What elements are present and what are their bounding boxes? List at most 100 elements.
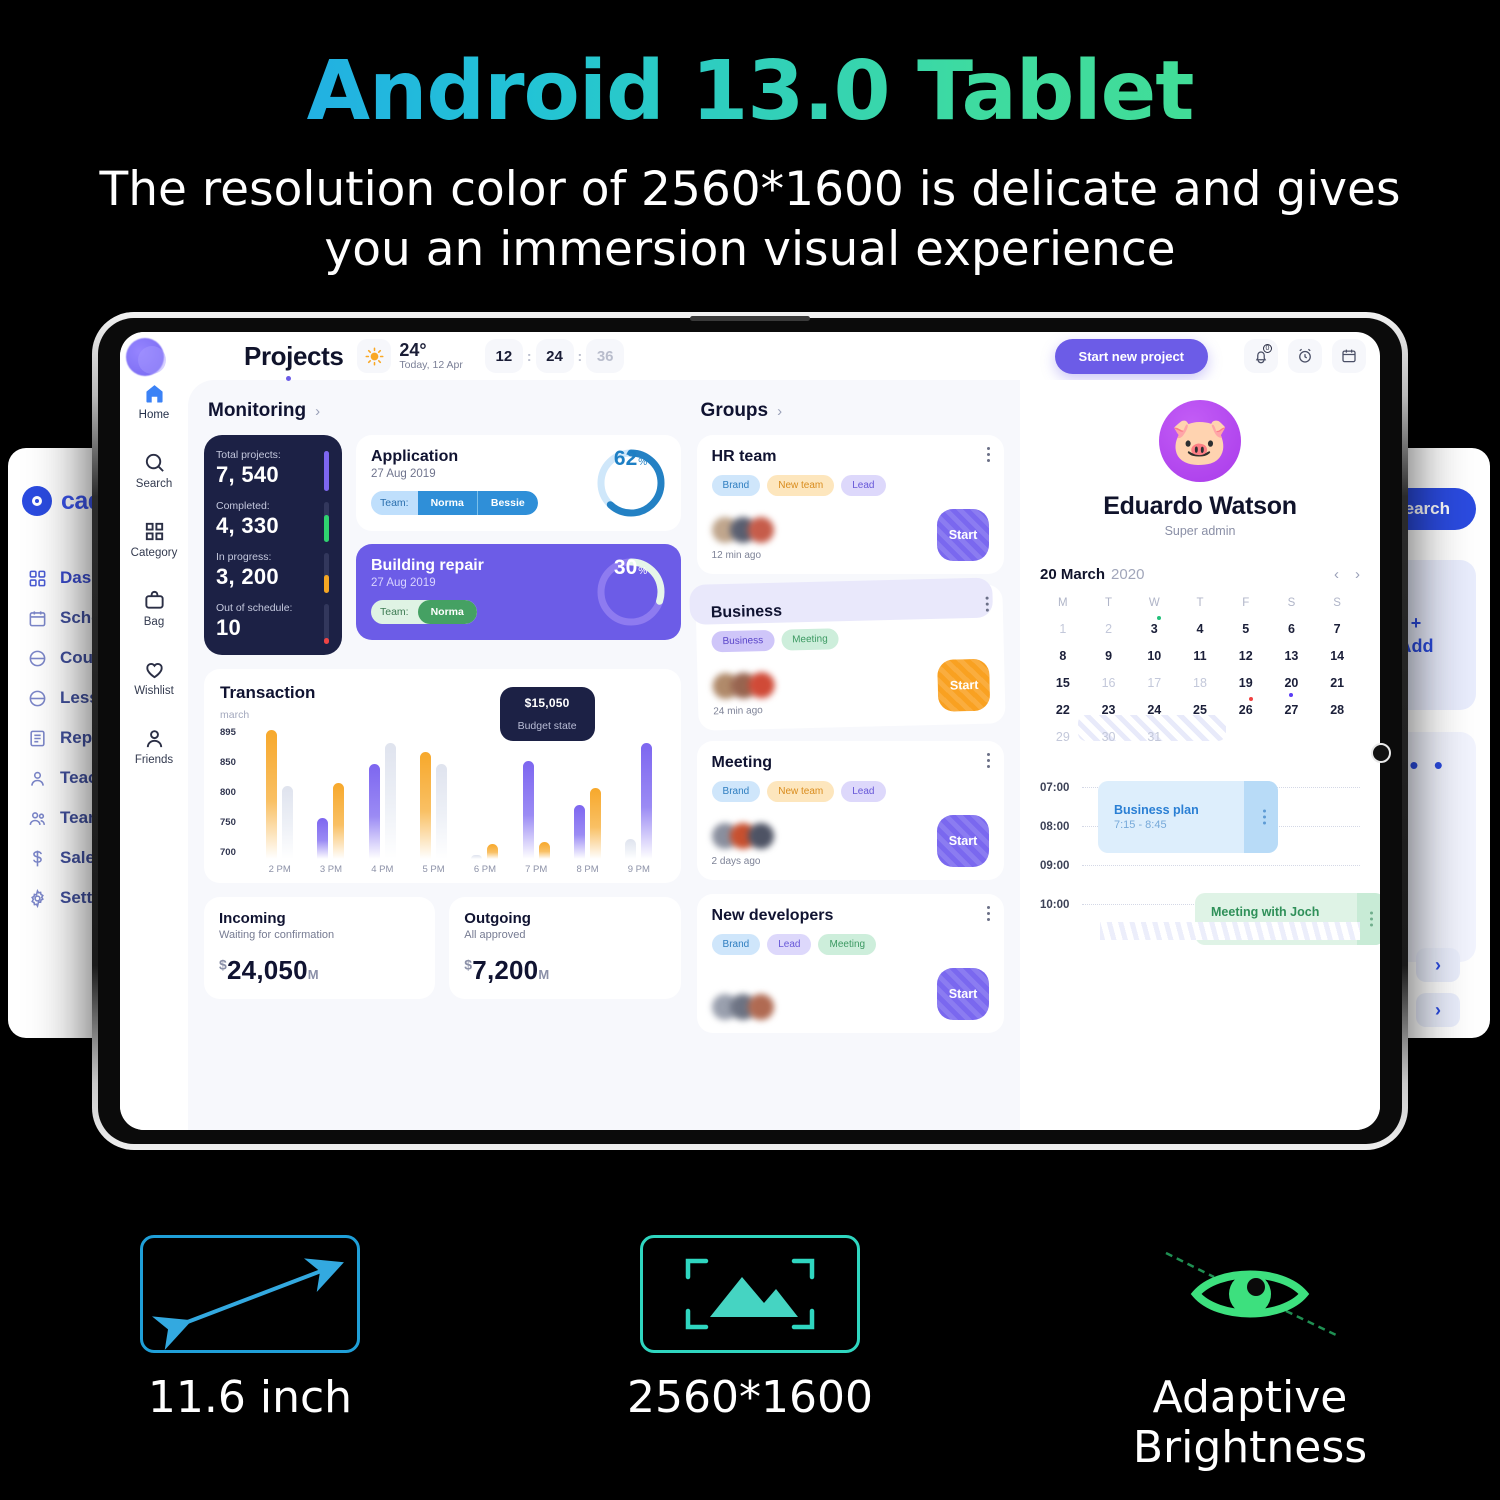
calendar-day[interactable]: 7 <box>1314 622 1360 636</box>
calendar-day[interactable]: 20 <box>1269 676 1315 697</box>
progress-value: 62% <box>613 447 648 470</box>
start-new-project-button[interactable]: Start new project <box>1054 338 1208 374</box>
sidebar-item-home[interactable]: Home <box>120 380 188 421</box>
more-options-icon[interactable] <box>1263 809 1266 825</box>
calendar-day[interactable]: 10 <box>1131 649 1177 663</box>
bell-icon[interactable]: 0 <box>1244 339 1278 373</box>
calendar-day[interactable]: 6 <box>1269 622 1315 636</box>
alarm-icon[interactable] <box>1288 339 1322 373</box>
weather-widget[interactable]: 24° Today, 12 Apr <box>357 339 463 373</box>
group-card-hr-team[interactable]: HR team Brand New team Lead 12 min ago S… <box>696 435 1004 574</box>
calendar-icon[interactable] <box>1332 339 1366 373</box>
start-button[interactable]: Start <box>937 509 989 561</box>
calendar-day[interactable]: 11 <box>1177 649 1223 663</box>
calendar-day[interactable]: 18 <box>1177 676 1223 690</box>
feature-screen-size: 11.6 inch <box>0 1235 500 1472</box>
calendar-day[interactable]: 17 <box>1131 676 1177 690</box>
start-button[interactable]: Start <box>937 658 991 712</box>
group-card-meeting[interactable]: Meeting Brand New team Lead 2 days ago S… <box>696 741 1004 880</box>
more-options-icon[interactable] <box>987 447 990 462</box>
start-button[interactable]: Start <box>937 968 989 1020</box>
feature-caption: 2560*1600 <box>627 1372 873 1424</box>
calendar-day[interactable]: 23 <box>1086 703 1132 717</box>
sidebar-item-label: Category <box>130 547 178 559</box>
calendar-day[interactable]: 12 <box>1223 649 1269 663</box>
calendar-day[interactable]: 2 <box>1086 622 1132 636</box>
chart-bar <box>333 783 345 859</box>
sidebar-item-search[interactable]: Search <box>120 449 188 490</box>
calendar-day[interactable]: 15 <box>1040 676 1086 690</box>
bar-group <box>511 727 562 859</box>
sidebar-item-wishlist[interactable]: Wishlist <box>120 656 188 697</box>
eye-icon <box>1140 1235 1360 1353</box>
calendar-day[interactable]: 25 <box>1177 703 1223 717</box>
group-timestamp: 12 min ago <box>711 550 762 561</box>
start-button[interactable]: Start <box>937 815 989 867</box>
event-handle[interactable] <box>1357 893 1380 945</box>
calendar-day[interactable]: 26 <box>1223 697 1269 717</box>
tag: New team <box>767 475 835 496</box>
more-options-icon[interactable] <box>987 906 990 921</box>
calendar-day-number: 9 <box>1105 649 1113 663</box>
team-member: Bessie <box>476 491 538 515</box>
category-icon <box>120 518 188 544</box>
more-options-icon[interactable] <box>985 596 989 612</box>
camera-icon <box>1371 743 1391 763</box>
timeline-hatch <box>1100 922 1360 940</box>
calendar-day-number: 26 <box>1238 703 1253 717</box>
more-options-icon[interactable] <box>1370 911 1373 927</box>
dollar-icon <box>28 849 47 868</box>
calendar-day[interactable]: 9 <box>1086 649 1132 663</box>
project-card-application[interactable]: Application 27 Aug 2019 Team: Norma Bess… <box>356 435 681 531</box>
calendar-day[interactable]: 13 <box>1269 649 1315 663</box>
calendar-day[interactable]: 22 <box>1040 703 1086 717</box>
outgoing-card[interactable]: Outgoing All approved $7,200M <box>449 897 681 999</box>
bar-group <box>459 727 510 859</box>
calendar-day[interactable]: 16 <box>1086 676 1132 690</box>
avatar-group: 2 days ago <box>711 823 792 867</box>
calendar-day[interactable]: 14 <box>1314 649 1360 663</box>
chart-bar <box>487 844 499 859</box>
avatar[interactable]: 🐷 <box>1159 400 1241 482</box>
calendar-day[interactable]: 21 <box>1314 676 1360 690</box>
schedule-event-business-plan[interactable]: Business plan 7:15 - 8:45 <box>1098 781 1278 853</box>
calendar-prev-button[interactable]: ‹ <box>1334 566 1339 583</box>
more-options-icon[interactable] <box>987 753 990 768</box>
stat-label: Total projects: <box>216 449 281 461</box>
incoming-card[interactable]: Incoming Waiting for confirmation $24,05… <box>204 897 436 999</box>
clock-separator-2: : <box>577 348 583 364</box>
group-card-business[interactable]: Business Business Meeting 24 min ago Sta… <box>694 584 1006 731</box>
chart-bar <box>574 804 586 859</box>
sidebar-item-category[interactable]: Category <box>120 518 188 559</box>
calendar-day[interactable]: 8 <box>1040 649 1086 663</box>
groups-section-header[interactable]: Groups › <box>701 400 1004 422</box>
budget-value: $15,050 <box>524 696 570 710</box>
calendar-day-number: 13 <box>1284 649 1299 663</box>
calendar-day[interactable]: 29 <box>1040 730 1086 744</box>
chevron-right-icon-2[interactable]: › <box>1416 993 1460 1027</box>
calendar-day[interactable]: 19 <box>1223 676 1269 690</box>
calendar-day[interactable]: 4 <box>1177 622 1223 636</box>
stat-bar <box>324 604 329 644</box>
feature-caption: Adaptive Brightness <box>1000 1373 1500 1472</box>
project-card-building-repair[interactable]: Building repair 27 Aug 2019 Team: Norma <box>356 544 681 640</box>
calendar-day-number: 25 <box>1193 703 1207 717</box>
avatar-group: 24 min ago <box>711 671 793 717</box>
calendar-day[interactable]: 3 <box>1131 616 1177 636</box>
calendar-day[interactable]: 24 <box>1131 703 1177 717</box>
calendar-day[interactable]: 28 <box>1314 703 1360 717</box>
event-handle[interactable] <box>1244 781 1278 853</box>
monitoring-section-header[interactable]: Monitoring › <box>208 400 681 422</box>
chevron-right-icon-1[interactable]: › <box>1416 948 1460 982</box>
calendar-day[interactable]: 31 <box>1131 730 1177 744</box>
group-card-new-developers[interactable]: New developers Brand Lead Meeting Start <box>696 894 1004 1033</box>
calendar-day-number: 28 <box>1330 703 1345 717</box>
calendar-day[interactable]: 5 <box>1223 622 1269 636</box>
calendar-next-button[interactable]: › <box>1355 566 1360 583</box>
calendar-day[interactable]: 27 <box>1269 703 1315 717</box>
sidebar-item-friends[interactable]: Friends <box>120 725 188 766</box>
calendar-day[interactable]: 1 <box>1040 622 1086 636</box>
calendar-day[interactable]: 30 <box>1086 730 1132 744</box>
sidebar-item-bag[interactable]: Bag <box>120 587 188 628</box>
calendar-day-number: 20 <box>1284 676 1299 690</box>
